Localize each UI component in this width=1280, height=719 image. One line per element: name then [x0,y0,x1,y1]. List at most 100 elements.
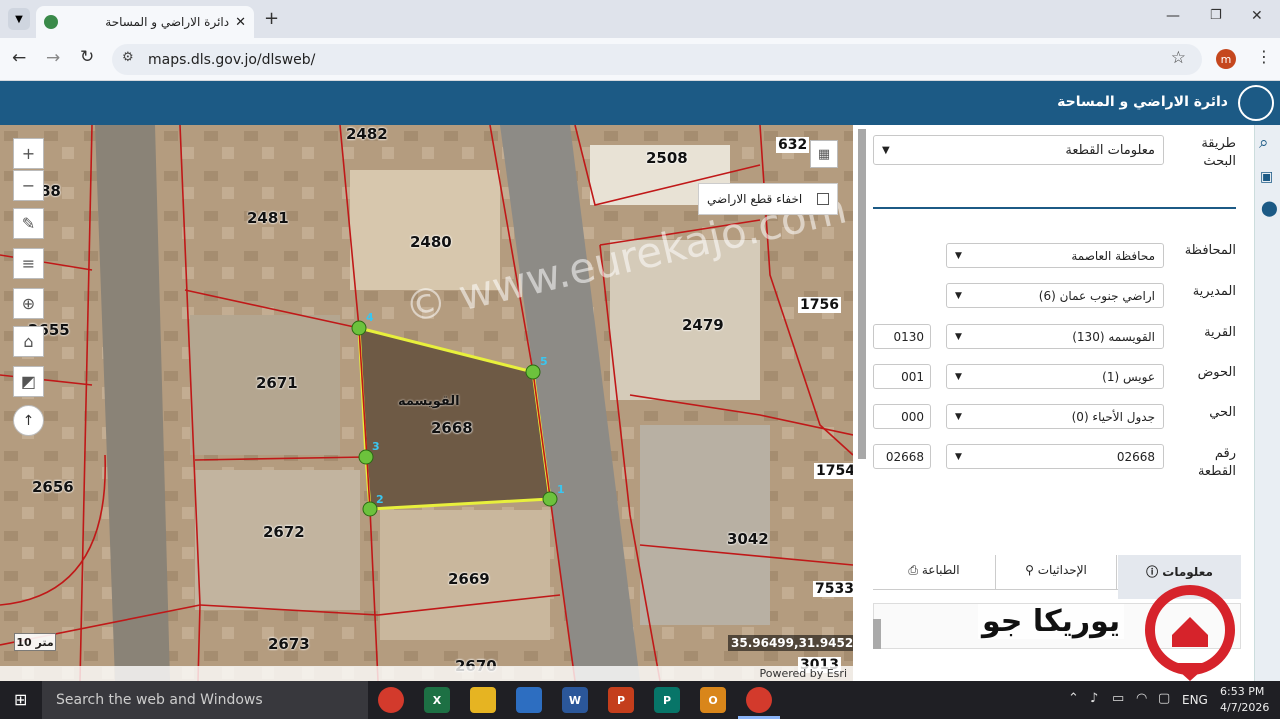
measure-ruler-icon[interactable]: ≡ [13,248,44,279]
excel-icon[interactable]: X [424,687,450,713]
outlook-icon[interactable]: O [700,687,726,713]
file-explorer-icon[interactable] [470,687,496,713]
clock-time[interactable]: 6:53 PM [1220,685,1264,698]
store-icon[interactable] [516,687,542,713]
site-header: دائرة الاراضي و المساحة [0,81,1280,125]
tab-print[interactable]: ⎙ الطباعة [873,555,995,590]
vertex-marker [358,449,374,465]
chevron-down-icon: ▼ [882,144,890,156]
vertex-marker [542,491,558,507]
map-view[interactable]: 1 2 3 4 5 6 2482 632 2508 2481 2480 88 2… [0,125,853,681]
neighborhood-code-input[interactable]: 000 [873,404,931,429]
directorate-label: المديرية [1192,284,1236,299]
search-method-select[interactable]: معلومات القطعة ▼ [873,135,1164,165]
village-code-input[interactable]: 0130 [873,324,931,349]
new-tab-button[interactable]: + [264,8,279,29]
battery-icon[interactable]: ▭ [1112,691,1124,706]
parcel-number-value: 02668 [1116,449,1155,464]
chrome-active-icon[interactable] [746,687,772,713]
wifi-icon[interactable]: ◠ [1136,691,1147,706]
governorate-select[interactable]: محافظة العاصمة ▼ [946,243,1164,268]
layers-icon[interactable]: ▣ [1260,169,1273,185]
close-tab-icon[interactable]: ✕ [235,15,246,30]
hide-parcels-control[interactable]: اخفاء قطع الاراضي [698,183,838,215]
close-window-button[interactable]: ✕ [1251,8,1263,24]
chevron-down-icon: ▼ [955,411,962,422]
company-logo [1140,585,1240,681]
divider [873,207,1236,209]
tab-coordinates[interactable]: ⚲ الإحداثيات [995,555,1117,590]
zoom-in-button[interactable]: + [13,138,44,169]
restore-button[interactable]: ❐ [1210,8,1222,23]
panel-icon-strip: ⌕ ▣ ⬤ [1254,125,1280,681]
taskbar-search-placeholder: Search the web and Windows [56,692,263,708]
publisher-icon[interactable]: P [654,687,680,713]
windows-start-icon[interactable]: ⊞ [14,690,27,709]
village-value: القويسمه (130) [1072,329,1155,344]
village-select[interactable]: القويسمه (130) ▼ [946,324,1164,349]
governorate-value: محافظة العاصمة [1071,248,1155,263]
language-indicator[interactable]: ENG [1182,693,1208,707]
clock-date[interactable]: 4/7/2026 [1220,701,1269,714]
taskbar-search-box[interactable]: Search the web and Windows [42,681,368,719]
plot-number: 1754 [814,463,853,479]
parcel-number-select[interactable]: 02668 ▼ [946,444,1164,469]
basin-value: عويس (1) [1102,369,1155,384]
notification-icon[interactable]: ▢ [1158,691,1170,706]
hide-parcels-label: اخفاء قطع الاراضي [707,192,803,206]
forward-icon[interactable]: → [46,48,60,68]
compass-icon[interactable]: ↑ [13,405,44,436]
layer-grid-button[interactable]: ▦ [810,140,838,168]
back-icon[interactable]: ← [12,48,26,68]
governorate-label: المحافظة [1184,243,1236,258]
vertex-label: 2 [376,493,384,506]
neighborhood-value: جدول الأحياء (0) [1071,409,1155,424]
plot-number: 2668 [431,419,473,437]
url-text: maps.dls.gov.jo/dlsweb/ [148,51,316,68]
profile-avatar[interactable]: m [1216,49,1236,69]
hide-parcels-checkbox[interactable] [817,193,829,205]
browser-tab[interactable]: دائرة الاراضي و المساحة ✕ [36,6,254,38]
neighborhood-select[interactable]: جدول الأحياء (0) ▼ [946,404,1164,429]
directorate-select[interactable]: اراضي جنوب عمان (6) ▼ [946,283,1164,308]
attribution: Powered by Esri [0,666,853,681]
tray-chevron-icon[interactable]: ⌃ [1068,691,1079,706]
scale-bar: 10 متر [14,633,56,651]
basin-code-input[interactable]: 001 [873,364,931,389]
vertex-label: 5 [540,355,548,368]
bookmark-star-icon[interactable]: ☆ [1171,48,1186,68]
plot-number: 2480 [410,233,452,251]
browser-menu-icon[interactable]: ⋮ [1256,47,1272,66]
zoom-out-button[interactable]: − [13,170,44,201]
address-bar[interactable]: ⚙ maps.dls.gov.jo/dlsweb/ ☆ [112,44,1202,75]
result-scrollbar[interactable] [873,619,881,649]
draw-pencil-icon[interactable]: ✎ [13,208,44,239]
location-pin-icon[interactable]: ⬤ [1261,199,1278,217]
search-icon[interactable]: ⌕ [1259,133,1269,153]
basin-select[interactable]: عويس (1) ▼ [946,364,1164,389]
word-icon[interactable]: W [562,687,588,713]
parcel-number-code-input[interactable]: 02668 [873,444,931,469]
basin-label: الحوض [1197,365,1236,380]
site-title: دائرة الاراضي و المساحة [1057,94,1228,110]
search-method-value: معلومات القطعة [1065,142,1155,158]
plot-number: 2669 [448,570,490,588]
panel-scrollbar[interactable] [858,129,866,459]
printer-icon: ⎙ [908,563,919,577]
esri-attribution: Powered by Esri [759,667,847,680]
tab-search-button[interactable]: ▼ [8,8,30,30]
user-pin-icon: ⚲ [1025,563,1034,577]
plot-number: 2672 [263,523,305,541]
reload-icon[interactable]: ↻ [80,47,94,67]
plot-number: 3042 [727,530,769,548]
volume-icon[interactable]: ♪ [1090,691,1098,706]
minimize-button[interactable]: — [1166,8,1180,24]
site-info-icon[interactable]: ⚙ [122,50,134,65]
basemap-icon[interactable]: ◩ [13,366,44,397]
locate-icon[interactable]: ⊕ [13,288,44,319]
chevron-down-icon: ▼ [955,331,962,342]
coordinate-readout: 35.96499,31.94528 [728,635,853,651]
home-icon[interactable]: ⌂ [13,326,44,357]
powerpoint-icon[interactable]: P [608,687,634,713]
chrome-icon[interactable] [378,687,404,713]
